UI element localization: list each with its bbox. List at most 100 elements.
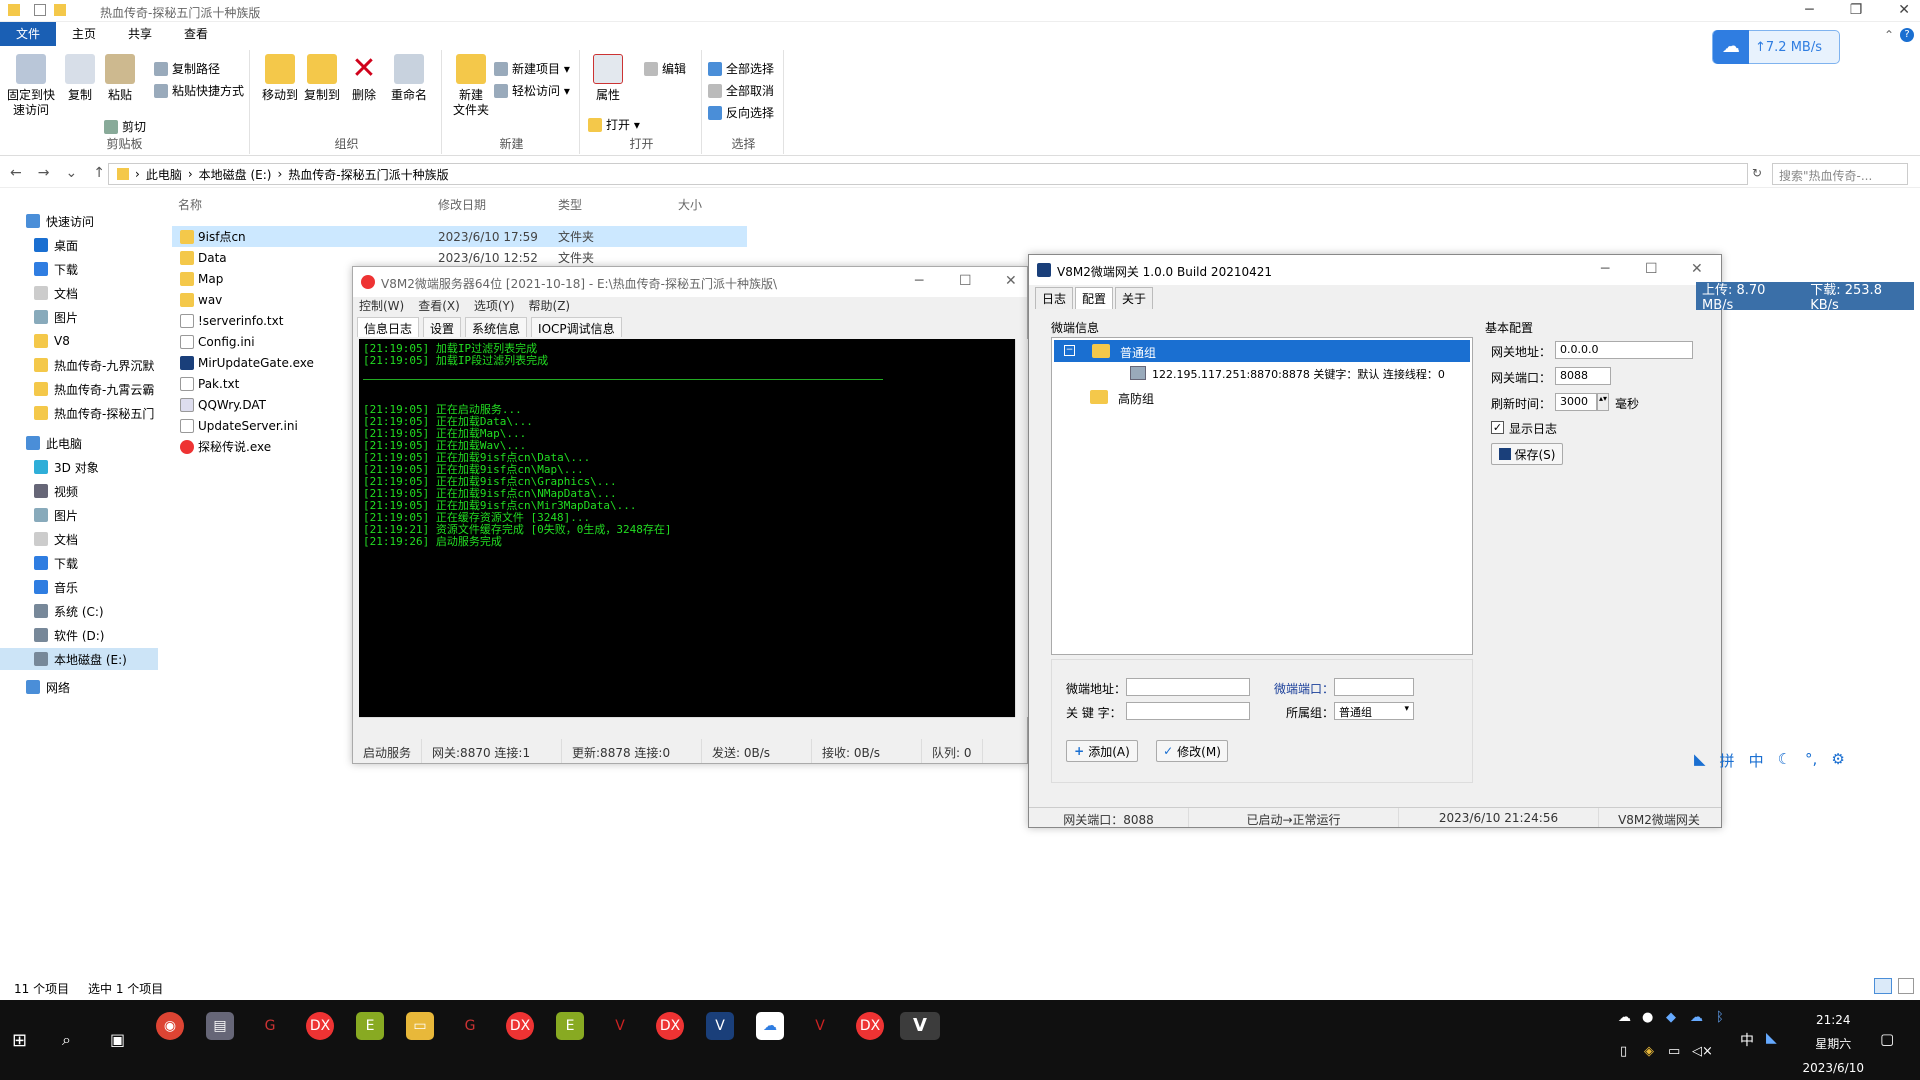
cut-button[interactable]: 剪切 — [104, 118, 146, 135]
nav-music[interactable]: 音乐 — [0, 576, 158, 598]
tree-item-ddos-group[interactable]: 高防组 — [1118, 390, 1154, 407]
tab-iocp-debug[interactable]: IOCP调试信息 — [531, 317, 622, 337]
large-icons-view-icon[interactable] — [1898, 978, 1914, 994]
nav-drive-d[interactable]: 软件 (D:) — [0, 624, 158, 646]
chevron-down-icon[interactable]: ⌄ — [65, 165, 77, 181]
menu-control[interactable]: 控制(W) — [359, 297, 404, 317]
e-app-icon[interactable]: E — [556, 1012, 584, 1040]
forward-arrow-icon[interactable]: → — [38, 165, 50, 181]
select-all-button[interactable]: 全部选择 — [708, 60, 774, 77]
back-arrow-icon[interactable]: ← — [10, 165, 22, 181]
nav-v8[interactable]: V8 — [0, 330, 158, 352]
paste-button[interactable]: 粘贴 — [104, 54, 136, 103]
menu-view[interactable]: 查看(X) — [418, 297, 460, 317]
pin-quick-access-button[interactable]: 固定到快 速访问 — [6, 54, 56, 118]
address-bar[interactable]: › 此电脑 › 本地磁盘 (E:) › 热血传奇-探秘五门派十种族版 — [108, 163, 1748, 185]
v-red-app-icon[interactable]: V — [606, 1012, 634, 1040]
column-type[interactable]: 类型 — [558, 196, 582, 213]
delete-button[interactable]: ✕ 删除 — [346, 54, 382, 103]
horizontal-scrollbar[interactable] — [359, 717, 1015, 731]
network-icon[interactable]: ▭ — [1668, 1044, 1680, 1059]
collapse-icon[interactable]: − — [1064, 345, 1075, 356]
maximize-icon[interactable]: ☐ — [1645, 261, 1658, 277]
copy-button[interactable]: 复制 — [64, 54, 96, 103]
close-icon[interactable]: ✕ — [1691, 261, 1703, 277]
column-size[interactable]: 大小 — [678, 196, 702, 213]
pinyin-icon[interactable]: 拼 — [1720, 750, 1735, 771]
chinese-mode-icon[interactable]: 中 — [1749, 750, 1764, 771]
breadcrumb-drive-e[interactable]: 本地磁盘 (E:) — [199, 166, 272, 183]
settings-icon[interactable]: ⚙ — [1831, 750, 1844, 771]
shield-icon[interactable]: ◈ — [1644, 1044, 1654, 1059]
breadcrumb-current-folder[interactable]: 热血传奇-探秘五门派十种族版 — [288, 166, 448, 183]
tab-settings[interactable]: 设置 — [423, 317, 462, 337]
copy-to-button[interactable]: 复制到 — [302, 54, 342, 103]
baidu-netdisk-icon[interactable]: ☁ — [756, 1012, 784, 1040]
tab-home[interactable]: 主页 — [56, 22, 112, 46]
menu-options[interactable]: 选项(Y) — [474, 297, 515, 317]
minimize-icon[interactable]: ─ — [1805, 2, 1813, 18]
nav-drive-c[interactable]: 系统 (C:) — [0, 600, 158, 622]
ime-logo-icon[interactable]: ◣ — [1694, 750, 1706, 771]
v-red-app-icon[interactable]: V — [806, 1012, 834, 1040]
tab-view[interactable]: 查看 — [168, 22, 224, 46]
gateway-address-input[interactable]: 0.0.0.0 — [1555, 341, 1693, 359]
edit-button[interactable]: 编辑 — [644, 60, 686, 77]
clock[interactable]: 21:24 星期六 2023/6/10 — [1802, 1008, 1864, 1080]
nav-downloads-pc[interactable]: 下载 — [0, 552, 158, 574]
nav-quick-access[interactable]: 快速访问 — [0, 210, 158, 232]
punctuation-icon[interactable]: °, — [1805, 750, 1817, 771]
vertical-scrollbar[interactable] — [1015, 339, 1029, 717]
nav-folder-tanmi[interactable]: 热血传奇-探秘五门 — [0, 402, 158, 424]
bluetooth-icon[interactable]: ᛒ — [1716, 1010, 1724, 1025]
app-icon[interactable]: ▤ — [206, 1012, 234, 1040]
minimize-icon[interactable]: ─ — [915, 273, 923, 289]
e-app-icon[interactable]: E — [356, 1012, 384, 1040]
dx-app-icon[interactable]: DX — [306, 1012, 334, 1040]
close-icon[interactable]: ✕ — [1005, 273, 1017, 289]
dx-app-icon[interactable]: DX — [506, 1012, 534, 1040]
easy-access-button[interactable]: 轻松访问 ▾ — [494, 82, 570, 99]
volume-muted-icon[interactable]: ◁× — [1692, 1044, 1713, 1059]
spinner-icon[interactable]: ▴▾ — [1597, 393, 1609, 411]
tray-app-icon[interactable]: ◆ — [1666, 1010, 1676, 1025]
nav-folder-jiuxiao[interactable]: 热血传奇-九霄云霸 — [0, 378, 158, 400]
rename-button[interactable]: 重命名 — [388, 54, 430, 103]
properties-button[interactable]: 属性 — [588, 54, 628, 103]
tray-wechat-icon[interactable]: ● — [1642, 1010, 1653, 1025]
invert-selection-button[interactable]: 反向选择 — [708, 104, 774, 121]
column-name[interactable]: 名称 — [178, 196, 202, 213]
tab-about[interactable]: 关于 — [1115, 287, 1154, 309]
file-row[interactable]: 9isf点cn 2023/6/10 17:59 文件夹 — [172, 226, 747, 247]
g-app-icon[interactable]: G — [456, 1012, 484, 1040]
group-select[interactable]: 普通组 ▾ — [1334, 702, 1414, 720]
restore-icon[interactable]: ❐ — [1850, 2, 1863, 18]
task-view-icon[interactable]: ▣ — [110, 1030, 125, 1049]
tree-item-server-entry[interactable]: 122.195.117.251:8870:8878 关键字：默认 连接线程：0 — [1152, 366, 1445, 382]
nav-pictures-pc[interactable]: 图片 — [0, 504, 158, 526]
tab-config[interactable]: 配置 — [1075, 287, 1114, 309]
help-icon[interactable]: ? — [1900, 28, 1914, 42]
nav-documents[interactable]: 文档 — [0, 282, 158, 304]
tray-cloud-icon[interactable]: ☁ — [1618, 1010, 1631, 1025]
notification-icon[interactable]: ▢ — [1880, 1030, 1894, 1048]
move-to-button[interactable]: 移动到 — [260, 54, 300, 103]
tab-share[interactable]: 共享 — [112, 22, 168, 46]
folder-icon[interactable] — [54, 4, 66, 16]
tab-log[interactable]: 日志 — [1035, 287, 1074, 309]
nav-desktop[interactable]: 桌面 — [0, 234, 158, 256]
v-app-icon[interactable]: V — [900, 1012, 940, 1040]
moon-icon[interactable]: ☾ — [1778, 750, 1791, 771]
nav-pictures[interactable]: 图片 — [0, 306, 158, 328]
tray-file-icon[interactable]: ▯ — [1620, 1044, 1627, 1059]
nav-3d-objects[interactable]: 3D 对象 — [0, 456, 158, 478]
modify-button[interactable]: ✓ 修改(M) — [1156, 740, 1228, 762]
select-none-button[interactable]: 全部取消 — [708, 82, 774, 99]
search-icon[interactable]: ⌕ — [62, 1030, 71, 1050]
copy-path-button[interactable]: 复制路径 — [154, 60, 220, 77]
maximize-icon[interactable]: ☐ — [959, 273, 972, 289]
tree-item-normal-group[interactable]: − 普通组 — [1054, 340, 1470, 362]
nav-documents-pc[interactable]: 文档 — [0, 528, 158, 550]
file-explorer-icon[interactable]: ▭ — [406, 1012, 434, 1040]
v-app-icon[interactable]: V — [706, 1012, 734, 1040]
